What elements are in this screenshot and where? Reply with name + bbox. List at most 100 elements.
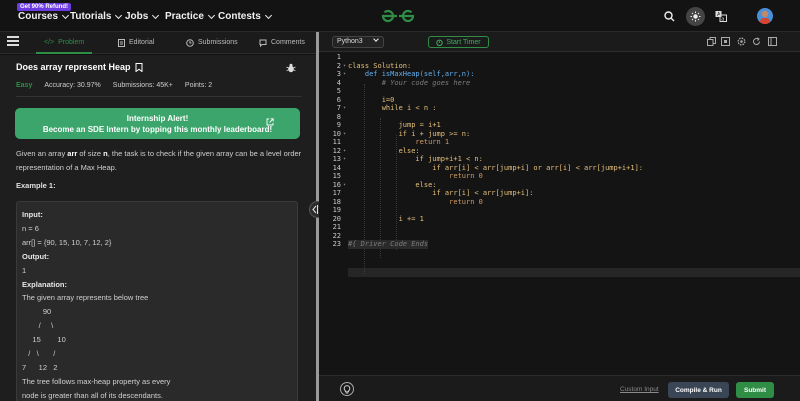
- code-line: if arr[i] < arr[jump+i] or arr[i] < arr[…: [348, 163, 644, 172]
- lightbulb-icon: [343, 384, 351, 393]
- code-line: if jump+i+1 < n:: [348, 155, 483, 163]
- external-link-icon: [266, 118, 274, 126]
- nav-menu-courses[interactable]: Courses: [18, 11, 70, 22]
- submit-button[interactable]: Submit: [736, 382, 774, 398]
- avatar[interactable]: [757, 8, 773, 24]
- copy-icon[interactable]: [707, 37, 716, 46]
- line-number: 21: [332, 223, 341, 231]
- compile-run-button[interactable]: Compile & Run: [668, 382, 729, 398]
- code-line: class Solution:: [348, 61, 412, 70]
- fullscreen-icon[interactable]: [721, 37, 730, 46]
- timer-label: Start Timer: [446, 38, 481, 46]
- line-number: 6: [336, 95, 341, 104]
- chevron-down-icon: [61, 11, 70, 19]
- language-select[interactable]: Python3: [332, 36, 384, 48]
- tab-comments[interactable]: Comments: [259, 32, 305, 53]
- nav-menu-practice[interactable]: Practice: [165, 11, 215, 22]
- example-box: Input: n = 6 arr[] = {90, 15, 10, 7, 12,…: [16, 201, 298, 401]
- explanation-text: The tree follows max-heap property as ev…: [22, 376, 171, 386]
- bookmark-icon[interactable]: [135, 62, 143, 72]
- problem-title-text: Does array represent Heap: [16, 62, 131, 72]
- code-editor[interactable]: 1 2 3 4 5 6 7 8 9 10 11 12 13 14 15 16 1…: [319, 53, 800, 375]
- line-number: 10: [332, 129, 341, 138]
- menu-icon[interactable]: [7, 36, 19, 46]
- divider: [16, 96, 302, 97]
- nav-menu-label: Practice: [165, 11, 204, 22]
- search-icon[interactable]: [663, 10, 675, 22]
- output-label: Output:: [22, 251, 50, 261]
- chevron-down-icon: [373, 36, 379, 42]
- line-number: 9: [336, 121, 341, 129]
- editor-panel: Python3 Start Timer 1 2 3 4 5 6 7 8 9 10…: [319, 32, 800, 401]
- chevron-down-icon: [264, 11, 272, 19]
- points-stat: Points: 2: [184, 82, 213, 89]
- explanation-text: node is greater than all of its descenda…: [22, 390, 163, 400]
- chevron-down-icon: [152, 11, 160, 19]
- tab-label: Comments: [271, 39, 305, 46]
- tab-submissions[interactable]: Submissions: [186, 32, 238, 53]
- code-line: i += 1: [348, 214, 424, 223]
- gfg-logo[interactable]: [380, 8, 416, 24]
- line-number: 22: [332, 231, 341, 240]
- code-line: i=0: [348, 95, 395, 104]
- desc-text: Given an array: [16, 149, 68, 158]
- hint-button[interactable]: [340, 382, 354, 396]
- code-line: if i + jump >= n:: [348, 129, 471, 138]
- code-icon: </>: [44, 39, 55, 46]
- theme-toggle-button[interactable]: [686, 7, 705, 26]
- refund-promo-badge[interactable]: Get 90% Refund!: [17, 3, 72, 11]
- tab-label: Problem: [58, 39, 85, 46]
- chevron-down-icon: [207, 11, 215, 19]
- problem-title: Does array represent Heap: [16, 62, 143, 72]
- problem-panel: Does array represent Heap Easy Accuracy:…: [0, 55, 316, 401]
- line-number: 15: [332, 172, 341, 180]
- nav-menu-label: Jobs: [125, 11, 149, 22]
- bug-report-icon[interactable]: [286, 63, 296, 73]
- code-line: # Your code goes here: [348, 78, 471, 87]
- line-number: 17: [332, 189, 341, 197]
- code-line: def isMaxHeap(self,arr,n):: [348, 70, 475, 78]
- language-value: Python3: [337, 38, 363, 45]
- collapse-panel-icon[interactable]: [768, 37, 777, 46]
- tab-editorial[interactable]: Editorial: [118, 32, 154, 53]
- nav-menu-jobs[interactable]: Jobs: [125, 11, 160, 22]
- start-timer-button[interactable]: Start Timer: [428, 36, 489, 48]
- settings-icon[interactable]: [737, 37, 746, 46]
- code-line: else:: [348, 180, 437, 189]
- tab-label: Submissions: [198, 39, 238, 46]
- input-label: Input:: [22, 210, 43, 219]
- code-line: jump = i+1: [348, 121, 441, 129]
- example-heading: Example 1:: [16, 181, 56, 190]
- nav-menu-contests[interactable]: Contests: [218, 11, 272, 22]
- sun-icon: [690, 11, 701, 22]
- translate-icon[interactable]: Aa: [715, 10, 727, 22]
- reset-icon[interactable]: [752, 37, 761, 46]
- tab-problem[interactable]: </> Problem: [35, 32, 93, 54]
- line-number: 11: [332, 138, 341, 146]
- custom-input-link[interactable]: Custom Input: [620, 386, 659, 393]
- current-line-highlight: [348, 268, 800, 277]
- code-line: if arr[i] < arr[jump+i]:: [348, 189, 534, 197]
- desc-text: of size: [77, 149, 104, 158]
- line-number: 5: [336, 87, 341, 95]
- nav-menu-label: Courses: [18, 11, 59, 22]
- top-navbar: Get 90% Refund! Courses Tutorials Jobs P…: [0, 0, 800, 32]
- document-icon: [118, 38, 125, 47]
- alert-title: Internship Alert!: [126, 114, 189, 123]
- internship-alert-banner[interactable]: Internship Alert! Become an SDE Intern b…: [15, 108, 300, 139]
- example-arr: arr[] = {90, 15, 10, 7, 12, 2}: [22, 237, 112, 247]
- timer-icon: [436, 39, 444, 46]
- line-number: 1: [336, 53, 341, 61]
- output-value: 1: [22, 265, 27, 275]
- nav-menu-tutorials[interactable]: Tutorials: [70, 11, 123, 22]
- problem-tabbar: </> Problem Editorial Submissions Comment…: [0, 32, 316, 54]
- editor-bottom-bar: Custom Input Compile & Run Submit: [319, 375, 800, 401]
- difficulty-badge: Easy: [16, 82, 33, 89]
- line-number: 2: [336, 61, 341, 70]
- problem-description: Given an array arr of size n, the task i…: [16, 147, 306, 175]
- line-number: 20: [332, 214, 341, 223]
- line-number: 12: [332, 146, 341, 155]
- nav-menu-label: Contests: [218, 11, 261, 22]
- problem-meta: Easy Accuracy: 30.97% Submissions: 45K+ …: [16, 82, 212, 89]
- tab-label: Editorial: [129, 39, 155, 46]
